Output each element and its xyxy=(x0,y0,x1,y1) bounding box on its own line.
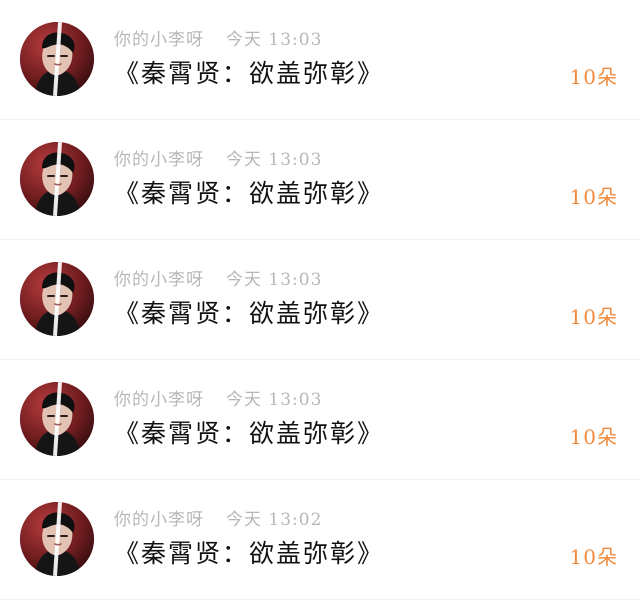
post-meta: 你的小李呀 今天 13:03 xyxy=(114,28,322,52)
gift-feed: 你的小李呀 今天 13:03 《秦霄贤：欲盖弥彰》 10朵 你的小李呀 今天 1… xyxy=(0,0,640,600)
post-meta: 你的小李呀 今天 13:02 xyxy=(114,508,322,532)
flower-count: 10朵 xyxy=(569,425,618,449)
username[interactable]: 你的小李呀 xyxy=(114,270,204,290)
list-item[interactable]: 你的小李呀 今天 13:03 《秦霄贤：欲盖弥彰》 10朵 xyxy=(0,240,640,360)
avatar[interactable] xyxy=(20,502,94,576)
username[interactable]: 你的小李呀 xyxy=(114,150,204,170)
post-title[interactable]: 《秦霄贤：欲盖弥彰》 xyxy=(114,297,384,331)
username[interactable]: 你的小李呀 xyxy=(114,390,204,410)
post-title[interactable]: 《秦霄贤：欲盖弥彰》 xyxy=(114,57,384,91)
avatar-portrait-icon xyxy=(20,382,94,456)
post-meta: 你的小李呀 今天 13:03 xyxy=(114,388,322,412)
list-item[interactable]: 你的小李呀 今天 13:03 《秦霄贤：欲盖弥彰》 10朵 xyxy=(0,120,640,240)
flower-count: 10朵 xyxy=(569,545,618,569)
flower-count: 10朵 xyxy=(569,185,618,209)
flower-count: 10朵 xyxy=(569,65,618,89)
post-time: 今天 13:03 xyxy=(226,30,323,50)
avatar-portrait-icon xyxy=(20,262,94,336)
avatar-portrait-icon xyxy=(20,502,94,576)
list-item[interactable]: 你的小李呀 今天 13:03 《秦霄贤：欲盖弥彰》 10朵 xyxy=(0,360,640,480)
post-title[interactable]: 《秦霄贤：欲盖弥彰》 xyxy=(114,417,384,451)
avatar[interactable] xyxy=(20,262,94,336)
post-time: 今天 13:03 xyxy=(226,390,323,410)
post-meta: 你的小李呀 今天 13:03 xyxy=(114,268,322,292)
avatar[interactable] xyxy=(20,142,94,216)
avatar[interactable] xyxy=(20,22,94,96)
username[interactable]: 你的小李呀 xyxy=(114,510,204,530)
avatar[interactable] xyxy=(20,382,94,456)
post-meta: 你的小李呀 今天 13:03 xyxy=(114,148,322,172)
post-time: 今天 13:02 xyxy=(226,510,323,530)
post-title[interactable]: 《秦霄贤：欲盖弥彰》 xyxy=(114,537,384,571)
avatar-portrait-icon xyxy=(20,22,94,96)
post-title[interactable]: 《秦霄贤：欲盖弥彰》 xyxy=(114,177,384,211)
list-item[interactable]: 你的小李呀 今天 13:03 《秦霄贤：欲盖弥彰》 10朵 xyxy=(0,0,640,120)
list-item[interactable]: 你的小李呀 今天 13:02 《秦霄贤：欲盖弥彰》 10朵 xyxy=(0,480,640,600)
post-time: 今天 13:03 xyxy=(226,270,323,290)
username[interactable]: 你的小李呀 xyxy=(114,30,204,50)
post-time: 今天 13:03 xyxy=(226,150,323,170)
flower-count: 10朵 xyxy=(569,305,618,329)
avatar-portrait-icon xyxy=(20,142,94,216)
